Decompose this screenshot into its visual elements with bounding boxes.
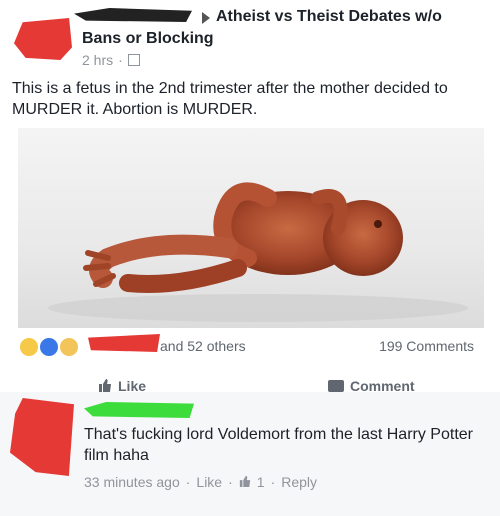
separator-dot: ·	[270, 474, 276, 490]
comment-like-icon	[239, 474, 251, 490]
thumbs-up-icon	[98, 378, 112, 392]
group-name[interactable]: Atheist vs Theist Debates w/o	[216, 8, 442, 26]
redacted-author-name	[74, 8, 192, 22]
group-name-continued[interactable]: Bans or Blocking	[82, 30, 214, 48]
comment-like-count[interactable]: 1	[257, 474, 265, 490]
separator-dot: ·	[185, 474, 191, 490]
post-meta: 2 hrs ·	[82, 52, 140, 68]
comment-icon	[328, 380, 344, 392]
comment-time[interactable]: 33 minutes ago	[84, 474, 180, 490]
redacted-avatar	[14, 18, 72, 60]
post-photo[interactable]	[18, 128, 484, 328]
post-text: This is a fetus in the 2nd trimester aft…	[12, 80, 448, 118]
haha-reaction-icon	[18, 336, 40, 358]
like-reaction-icon	[38, 336, 60, 358]
comment-meta: 33 minutes ago · Like · 1 · Reply	[84, 474, 317, 490]
fetus-figure	[48, 182, 468, 322]
comment-text: That's fucking lord Voldemort from the l…	[84, 426, 473, 464]
separator-dot: ·	[118, 52, 123, 68]
reaction-icons[interactable]	[18, 336, 80, 358]
arrow-right-icon	[202, 12, 210, 24]
sad-reaction-icon	[58, 336, 80, 358]
audience-icon	[127, 54, 140, 66]
comment-like-link[interactable]: Like	[196, 474, 222, 490]
post-time[interactable]: 2 hrs	[82, 52, 113, 68]
comment-reply-link[interactable]: Reply	[281, 474, 317, 490]
reaction-count[interactable]: and 52 others	[160, 338, 246, 354]
redacted-reactor-name	[88, 334, 160, 352]
comment-count[interactable]: 199 Comments	[379, 338, 474, 354]
redacted-commenter-name	[84, 402, 194, 418]
separator-dot: ·	[228, 474, 233, 490]
